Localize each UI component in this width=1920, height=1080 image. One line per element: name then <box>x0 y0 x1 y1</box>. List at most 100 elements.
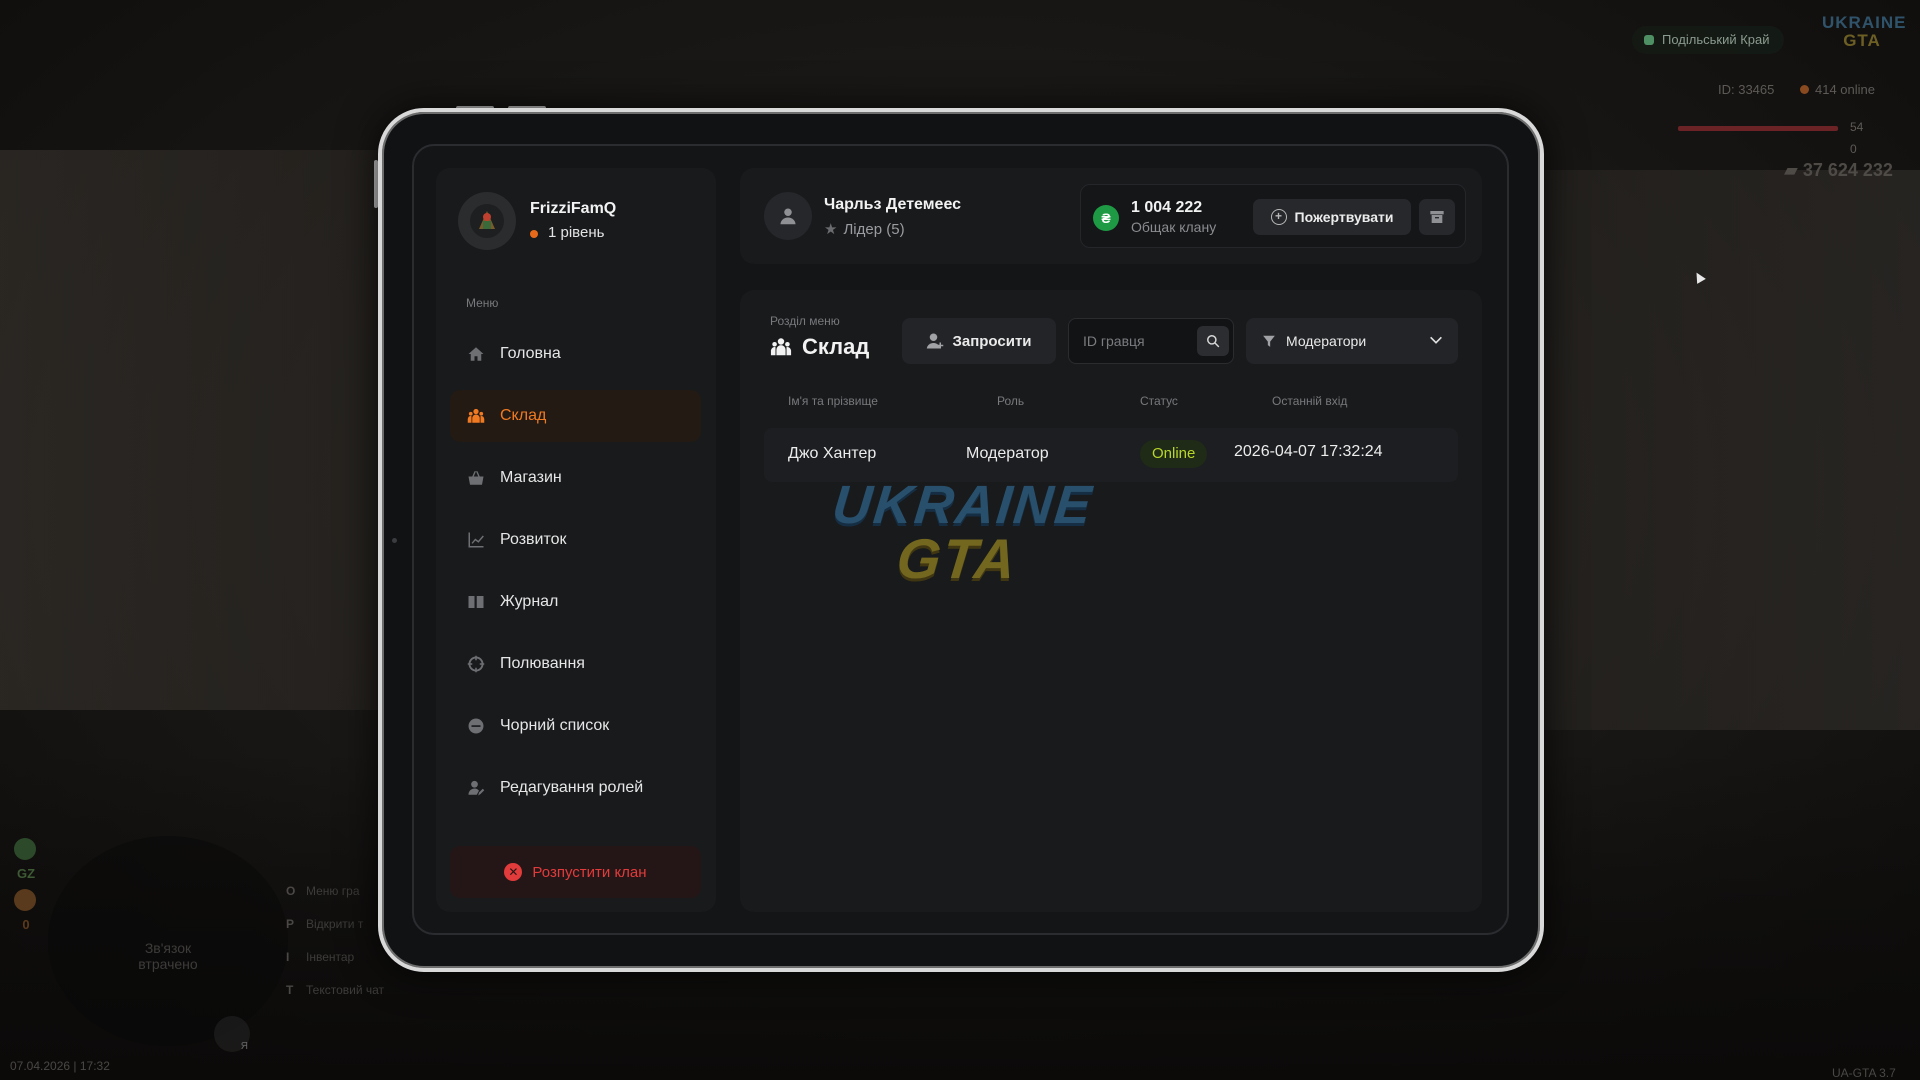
hotkey-row: I Інвентар <box>286 950 355 964</box>
user-icon <box>780 208 796 225</box>
page-title: Склад <box>770 334 869 360</box>
background-wall-right <box>1510 170 1920 730</box>
profile-level: 1 рівень <box>530 224 604 241</box>
hryvnia-icon: ₴ <box>1093 205 1119 231</box>
home-icon <box>466 344 486 364</box>
minimap-status: Зв'язок втрачено <box>138 940 198 972</box>
money-icon: ▰ <box>1784 160 1803 180</box>
leader-name: Чарльз Детемеес <box>824 196 962 213</box>
sidebar-item-development[interactable]: Розвиток <box>450 514 701 566</box>
sidebar-item-label: Чорний список <box>500 717 610 734</box>
hud-datetime: 07.04.2026 | 17:32 <box>10 1059 110 1073</box>
table-row[interactable]: Джо Хантер Модератор Online 2026-04-07 1… <box>764 428 1458 482</box>
avatar <box>458 192 516 250</box>
avatar-icon <box>470 204 504 238</box>
search-icon <box>1207 335 1220 348</box>
search-input[interactable] <box>1083 319 1193 363</box>
swords-icon <box>14 889 36 911</box>
leader-role: ★ Лідер (5) <box>824 221 905 238</box>
watermark-logo: UKRAINE GTA <box>829 475 1096 590</box>
hud-player-id: ID: 33465 <box>1718 82 1775 97</box>
server-icon <box>1644 35 1654 45</box>
player-id-search <box>1068 318 1234 364</box>
hud-logo: UKRAINE GTA <box>1822 13 1907 50</box>
hud-money: ▰ 37 624 232 <box>1784 160 1893 180</box>
section-caption: Розділ меню <box>770 314 840 328</box>
chevron-down-icon <box>1430 336 1442 344</box>
profile-name: FrizziFamQ <box>530 200 617 217</box>
archive-icon <box>1430 211 1444 223</box>
camera-icon <box>392 538 397 543</box>
users-icon <box>770 338 792 356</box>
member-role: Модератор <box>966 445 1049 462</box>
disband-clan-label: Розпустити клан <box>532 863 647 881</box>
role-filter-select[interactable]: Модератори <box>1246 318 1458 364</box>
sidebar-item-hunting[interactable]: Полювання <box>450 638 701 690</box>
hotkey-row: T Текстовий чат <box>286 983 385 997</box>
microphone-icon: Я <box>214 1016 250 1052</box>
sidebar-item-home[interactable]: Головна <box>450 328 701 380</box>
plus-circle-icon: + <box>1270 209 1287 225</box>
sidebar-item-role-editing[interactable]: Редагування ролей <box>450 762 701 814</box>
member-name: Джо Хантер <box>788 445 877 462</box>
hotkey-row: P Відкрити т <box>286 917 364 931</box>
donate-label: Пожертвувати <box>1294 209 1394 225</box>
invite-button[interactable]: Запросити <box>902 318 1056 364</box>
hud-status-column: GZ 0 <box>14 838 38 932</box>
chart-icon <box>466 530 486 550</box>
filter-value: Модератори <box>1286 333 1367 349</box>
star-icon: ★ <box>824 221 838 238</box>
clan-bank: ₴ 1 004 222 Общак клану + Пожертвувати <box>1080 184 1466 248</box>
status-badge: Online <box>1140 440 1208 468</box>
book-icon <box>466 592 486 612</box>
hud-server-badge: Подільський Край <box>1632 26 1784 54</box>
main-panel: Розділ меню Склад Запросити Модератори І… <box>740 290 1482 912</box>
sidebar-item-label: Журнал <box>500 593 559 610</box>
background-wall-left <box>0 150 380 710</box>
sidebar: FrizziFamQ 1 рівень Меню Головна Склад М… <box>436 168 716 912</box>
minimap: Зв'язок втрачено <box>48 836 288 1046</box>
filter-icon <box>1262 331 1286 351</box>
hud-health-value: 54 <box>1850 120 1864 134</box>
clan-header: Чарльз Детемеес ★ Лідер (5) ₴ 1 004 222 О… <box>740 168 1482 264</box>
basket-icon <box>466 468 486 488</box>
sidebar-item-label: Розвиток <box>500 531 567 548</box>
member-last-login: 2026-04-07 17:32:24 <box>1234 443 1383 460</box>
gz-label: GZ <box>16 866 36 881</box>
sidebar-item-blacklist[interactable]: Чорний список <box>450 700 701 752</box>
column-header: Ім'я та прізвище <box>788 394 878 408</box>
sidebar-item-shop[interactable]: Магазин <box>450 452 701 504</box>
gz-count: 0 <box>22 917 30 932</box>
hud-hotkeys: O Меню гра P Відкрити т I Інвентар T Текстов… <box>286 884 384 1016</box>
menu-caption: Меню <box>466 296 499 310</box>
sidebar-item-label: Редагування ролей <box>500 779 644 796</box>
crosshair-icon <box>466 654 486 674</box>
user-edit-icon <box>466 778 486 798</box>
hud-version: UA-GTA 3.7 <box>1832 1066 1896 1080</box>
invite-label: Запросити <box>952 332 1032 350</box>
column-header: Роль <box>997 394 1025 408</box>
sidebar-item-label: Магазин <box>500 469 562 486</box>
shield-icon <box>14 838 36 860</box>
hud-armor-value: 0 <box>1850 142 1857 156</box>
column-header: Останній вхід <box>1272 394 1348 408</box>
hud-health-bar <box>1678 126 1838 131</box>
user-avatar <box>764 192 812 240</box>
sidebar-item-journal[interactable]: Журнал <box>450 576 701 628</box>
sidebar-item-label: Полювання <box>500 655 585 672</box>
sidebar-item-label: Склад <box>500 407 547 424</box>
users-icon <box>466 406 486 426</box>
hud-online-count: 414 online <box>1800 82 1875 97</box>
hotkey-row: O Меню гра <box>286 884 360 898</box>
sidebar-item-warehouse[interactable]: Склад <box>450 390 701 442</box>
sidebar-item-label: Головна <box>500 345 561 362</box>
column-header: Статус <box>1140 394 1178 408</box>
disband-clan-button[interactable]: ✕ Розпустити клан <box>450 846 701 898</box>
donate-button[interactable]: + Пожертвувати <box>1253 199 1411 235</box>
archive-button[interactable] <box>1419 199 1455 235</box>
close-circle-icon: ✕ <box>504 863 523 881</box>
minus-circle-icon <box>466 716 486 736</box>
search-button[interactable] <box>1197 326 1229 356</box>
user-add-icon <box>927 333 944 349</box>
bank-label: Общак клану <box>1131 219 1217 235</box>
